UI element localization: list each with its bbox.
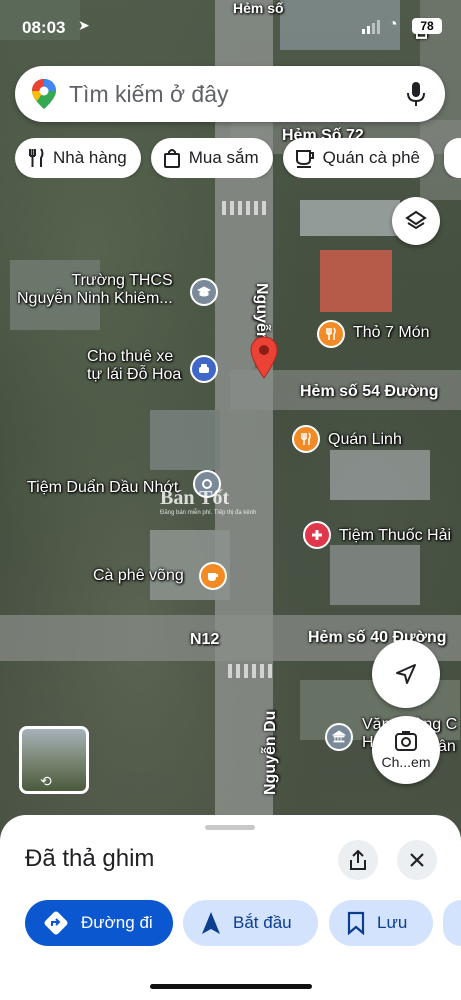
rotate-360-icon: ⟲ bbox=[40, 773, 52, 789]
share-icon bbox=[350, 849, 366, 870]
navigation-icon bbox=[202, 912, 220, 934]
shopping-bag-icon bbox=[163, 149, 180, 168]
restaurant-icon[interactable] bbox=[292, 425, 320, 453]
camera-lens-icon bbox=[395, 731, 417, 751]
signal-icon bbox=[362, 20, 380, 34]
chip-cafes[interactable]: Quán cà phê bbox=[282, 138, 435, 178]
chip-label: Quán cà phê bbox=[322, 148, 421, 167]
layers-button[interactable] bbox=[392, 197, 440, 245]
place-label-car-rental[interactable]: Cho thuê xe tự lái Đỗ Hoa bbox=[87, 348, 181, 385]
status-time: 08:03 bbox=[22, 18, 66, 37]
navigation-arrow-icon bbox=[396, 664, 416, 684]
place-label-cafe[interactable]: Cà phê võng bbox=[93, 567, 184, 585]
restaurant-icon[interactable] bbox=[317, 320, 345, 348]
building-roof bbox=[150, 410, 220, 470]
more-actions-partial[interactable] bbox=[443, 900, 461, 946]
government-building-icon[interactable] bbox=[325, 723, 353, 751]
watermark-subtext: Đăng bán miễn phí. Tiếp thị đa kênh bbox=[160, 510, 257, 516]
status-bar: 08:03 ➤ ◔ 78 bbox=[0, 0, 461, 56]
search-input[interactable]: Tìm kiếm ở đây bbox=[69, 81, 407, 108]
directions-icon bbox=[44, 911, 68, 935]
layers-icon bbox=[405, 210, 427, 230]
fork-knife-icon bbox=[29, 148, 44, 167]
coffee-icon[interactable] bbox=[199, 562, 227, 590]
road-label-nguyen-du-bottom: Nguyễn Du bbox=[262, 710, 279, 795]
search-bar[interactable]: Tìm kiếm ở đây bbox=[15, 66, 445, 122]
save-label: Lưu bbox=[377, 913, 408, 932]
bottom-sheet[interactable]: Đã thả ghim Đường đi Bắt đầu Lưu bbox=[0, 815, 461, 1000]
chip-restaurants[interactable]: Nhà hàng bbox=[15, 138, 141, 178]
road-label-alley-40: Hẻm số 40 Đường bbox=[308, 629, 447, 646]
road-label-alley-54: Hẻm số 54 Đường bbox=[300, 383, 439, 400]
building-roof bbox=[300, 200, 400, 236]
microphone-icon[interactable] bbox=[407, 81, 425, 107]
watermark-text: Bán Tốt bbox=[160, 487, 230, 509]
close-icon bbox=[410, 853, 424, 867]
google-lens-button[interactable]: Ch...em bbox=[372, 716, 440, 784]
map-view[interactable]: Hẻm số Hẻm Số 72 D4 Nguyễn Du Hẻm số 54 … bbox=[0, 0, 461, 840]
road-label-n12: N12 bbox=[190, 631, 220, 648]
place-label-school[interactable]: Trường THCS Nguyễn Ninh Khiêm... bbox=[17, 272, 173, 309]
wifi-icon: ◔ bbox=[388, 16, 398, 33]
location-arrow-icon: ➤ bbox=[78, 17, 90, 33]
pharmacy-icon[interactable] bbox=[303, 521, 331, 549]
street-view-thumbnail[interactable]: ⟲ bbox=[19, 726, 89, 794]
coffee-cup-icon bbox=[295, 150, 314, 168]
place-label-office-partial[interactable]: ân bbox=[438, 738, 456, 756]
directions-button[interactable]: Đường đi bbox=[25, 900, 173, 946]
dropped-pin-icon[interactable] bbox=[249, 336, 279, 380]
crosswalk bbox=[222, 201, 266, 215]
start-label: Bắt đầu bbox=[233, 913, 292, 932]
place-label-oil-shop[interactable]: Tiệm Duẩn Dầu Nhớt bbox=[27, 479, 178, 497]
drag-handle[interactable] bbox=[205, 825, 255, 830]
crosswalk bbox=[228, 664, 272, 678]
car-icon[interactable] bbox=[190, 355, 218, 383]
sheet-title: Đã thả ghim bbox=[25, 845, 155, 872]
place-label-quan-linh[interactable]: Quán Linh bbox=[328, 431, 402, 449]
chip-partial[interactable] bbox=[444, 138, 461, 178]
bookmark-icon bbox=[347, 911, 365, 935]
place-label-pharmacy[interactable]: Tiệm Thuốc Hải bbox=[339, 527, 451, 545]
my-location-button[interactable] bbox=[372, 640, 440, 708]
building-roof bbox=[330, 545, 420, 605]
building-roof bbox=[330, 450, 430, 500]
school-icon[interactable] bbox=[190, 278, 218, 306]
chip-label: Mua sắm bbox=[188, 148, 259, 167]
share-button[interactable] bbox=[338, 840, 378, 880]
google-maps-pin-icon bbox=[31, 78, 57, 110]
battery-level: 78 bbox=[420, 19, 434, 33]
directions-label: Đường đi bbox=[81, 913, 153, 932]
save-button[interactable]: Lưu bbox=[329, 900, 433, 946]
chip-label: Nhà hàng bbox=[53, 148, 127, 167]
home-indicator bbox=[150, 984, 312, 989]
start-button[interactable]: Bắt đầu bbox=[183, 900, 318, 946]
place-label-tho-7-mon[interactable]: Thỏ 7 Món bbox=[353, 324, 429, 342]
category-chips: Nhà hàng Mua sắm Quán cà phê bbox=[15, 138, 461, 178]
close-button[interactable] bbox=[397, 840, 437, 880]
chip-shopping[interactable]: Mua sắm bbox=[150, 138, 273, 178]
battery-icon: 78 bbox=[412, 18, 442, 34]
lens-label: Ch...em bbox=[381, 754, 431, 770]
watermark-logo: Bán Tốt Đăng bán miễn phí. Tiếp thị đa k… bbox=[160, 487, 256, 516]
building-roof bbox=[320, 250, 392, 312]
